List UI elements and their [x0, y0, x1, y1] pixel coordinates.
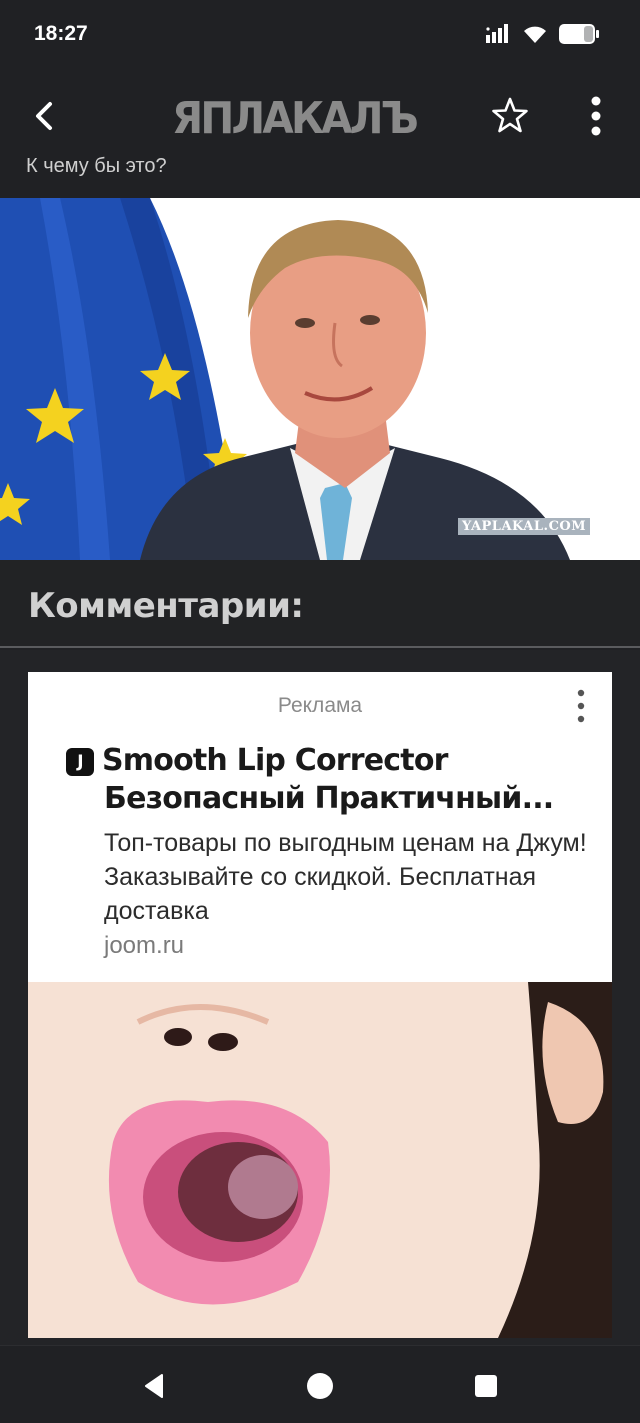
ad-title[interactable]: J Smooth Lip Corrector Безопасный Практич… — [66, 742, 606, 818]
nav-home-button[interactable] — [304, 1370, 336, 1402]
nav-home-circle-icon — [307, 1373, 333, 1399]
post-photo — [0, 198, 570, 560]
comments-header: Комментарии: — [0, 560, 640, 648]
nav-back-triangle-icon — [145, 1374, 163, 1398]
image-watermark: YAPLAKAL.COM — [458, 518, 591, 535]
site-logo[interactable]: ЯПЛАКАЛЪ — [172, 92, 444, 144]
wifi-icon — [524, 26, 546, 43]
overflow-menu-button[interactable] — [574, 92, 618, 140]
ad-domain[interactable]: joom.ru — [104, 932, 184, 960]
back-button[interactable] — [20, 92, 68, 140]
ad-label: Реклама — [277, 694, 363, 717]
ad-title-line2: Безопасный Практичный... — [104, 781, 554, 816]
nav-recent-button[interactable] — [470, 1370, 502, 1402]
ad-image[interactable] — [28, 982, 612, 1338]
post-caption: К чему бы это? — [26, 155, 167, 177]
status-icons — [484, 20, 600, 48]
ad-card[interactable]: Реклама J Smooth Lip Corrector Безопасный… — [28, 672, 612, 1338]
status-bar: 18:27 — [0, 0, 640, 70]
more-vertical-icon — [577, 689, 585, 723]
nav-recent-square-icon — [475, 1375, 497, 1397]
status-time: 18:27 — [34, 22, 88, 45]
back-arrow-icon — [36, 102, 52, 130]
nav-back-button[interactable] — [138, 1370, 170, 1402]
joom-brand-icon: J — [66, 748, 94, 776]
ad-title-line1: Smooth Lip Corrector — [102, 743, 448, 778]
ad-overflow-button[interactable] — [568, 686, 594, 726]
post-image[interactable] — [0, 198, 640, 560]
more-vertical-icon — [591, 96, 601, 136]
star-outline-icon — [492, 97, 528, 133]
comments-title: Комментарии: — [28, 586, 304, 626]
signal-icon — [486, 24, 508, 43]
system-nav-bar — [0, 1345, 640, 1423]
site-logo-text: ЯПЛАКАЛЪ — [172, 92, 419, 144]
app-bar: ЯПЛАКАЛЪ — [0, 70, 640, 156]
favorite-button[interactable] — [488, 94, 532, 138]
ad-description: Топ-товары по выгодным ценам на Джум! За… — [104, 829, 587, 925]
ad-photo — [28, 982, 612, 1338]
battery-icon — [559, 24, 599, 44]
